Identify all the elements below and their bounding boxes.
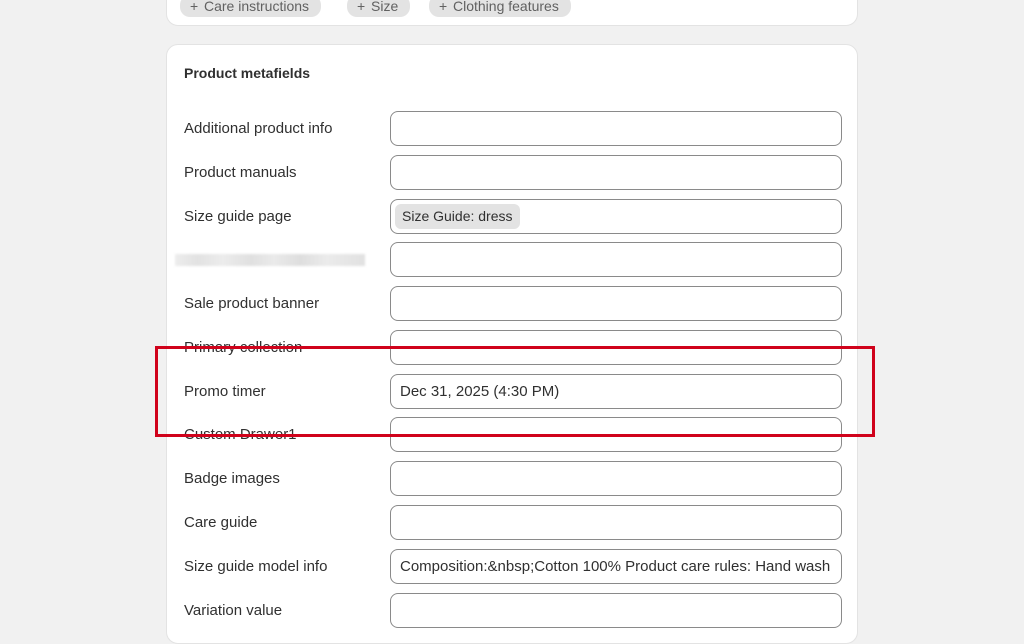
chip-label: Care instructions bbox=[204, 0, 310, 14]
metafield-label: Custom Drawer1 bbox=[184, 426, 297, 443]
reference-tag[interactable]: Size Guide: dress bbox=[395, 204, 520, 229]
badge-images-field[interactable] bbox=[390, 461, 842, 496]
metafield-label: Size guide model info bbox=[184, 558, 328, 575]
chip-size[interactable]: + Size bbox=[347, 0, 411, 17]
sale-product-banner-field[interactable] bbox=[390, 286, 842, 321]
product-manuals-field[interactable] bbox=[390, 155, 842, 190]
metafield-label: Additional product info bbox=[184, 120, 333, 137]
metafield-label: Product manuals bbox=[184, 164, 297, 181]
plus-icon: + bbox=[439, 0, 448, 14]
card-title: Product metafields bbox=[184, 65, 311, 81]
custom-drawer1-field[interactable] bbox=[390, 417, 842, 452]
size-guide-page-field[interactable]: Size Guide: dress bbox=[390, 199, 842, 234]
metafield-label: Variation value bbox=[184, 602, 283, 619]
chip-label: Clothing features bbox=[453, 0, 559, 14]
metafield-label: Care guide bbox=[184, 514, 258, 531]
chip-label: Size bbox=[371, 0, 399, 14]
primary-collection-field[interactable] bbox=[390, 330, 842, 365]
metaobject-chips-card: + Care instructions + Size + Clothing fe… bbox=[166, 0, 858, 26]
chip-care-instructions[interactable]: + Care instructions bbox=[180, 0, 322, 17]
care-guide-field[interactable] bbox=[390, 505, 842, 540]
field-value: Dec 31, 2025 (4:30 PM) bbox=[400, 383, 560, 400]
plus-icon: + bbox=[357, 0, 366, 14]
product-metafields-card: Product metafields Additional product in… bbox=[166, 44, 858, 644]
variation-value-field[interactable] bbox=[390, 593, 842, 628]
redacted-label bbox=[175, 254, 365, 266]
metafield-label: Promo timer bbox=[184, 383, 266, 400]
metafield-label: Badge images bbox=[184, 470, 280, 487]
metafield-label: Size guide page bbox=[184, 208, 292, 225]
metafield-label: Primary collection bbox=[184, 339, 303, 356]
plus-icon: + bbox=[190, 0, 199, 14]
chip-clothing-features[interactable]: + Clothing features bbox=[429, 0, 571, 17]
field-value: Composition:&nbsp;Cotton 100% Product ca… bbox=[400, 558, 831, 575]
additional-product-info-field[interactable] bbox=[390, 111, 842, 146]
promo-timer-field[interactable]: Dec 31, 2025 (4:30 PM) bbox=[390, 374, 842, 409]
size-guide-model-info-field[interactable]: Composition:&nbsp;Cotton 100% Product ca… bbox=[390, 549, 842, 584]
redacted-metafield-field[interactable] bbox=[390, 242, 842, 277]
metafield-label: Sale product banner bbox=[184, 295, 320, 312]
